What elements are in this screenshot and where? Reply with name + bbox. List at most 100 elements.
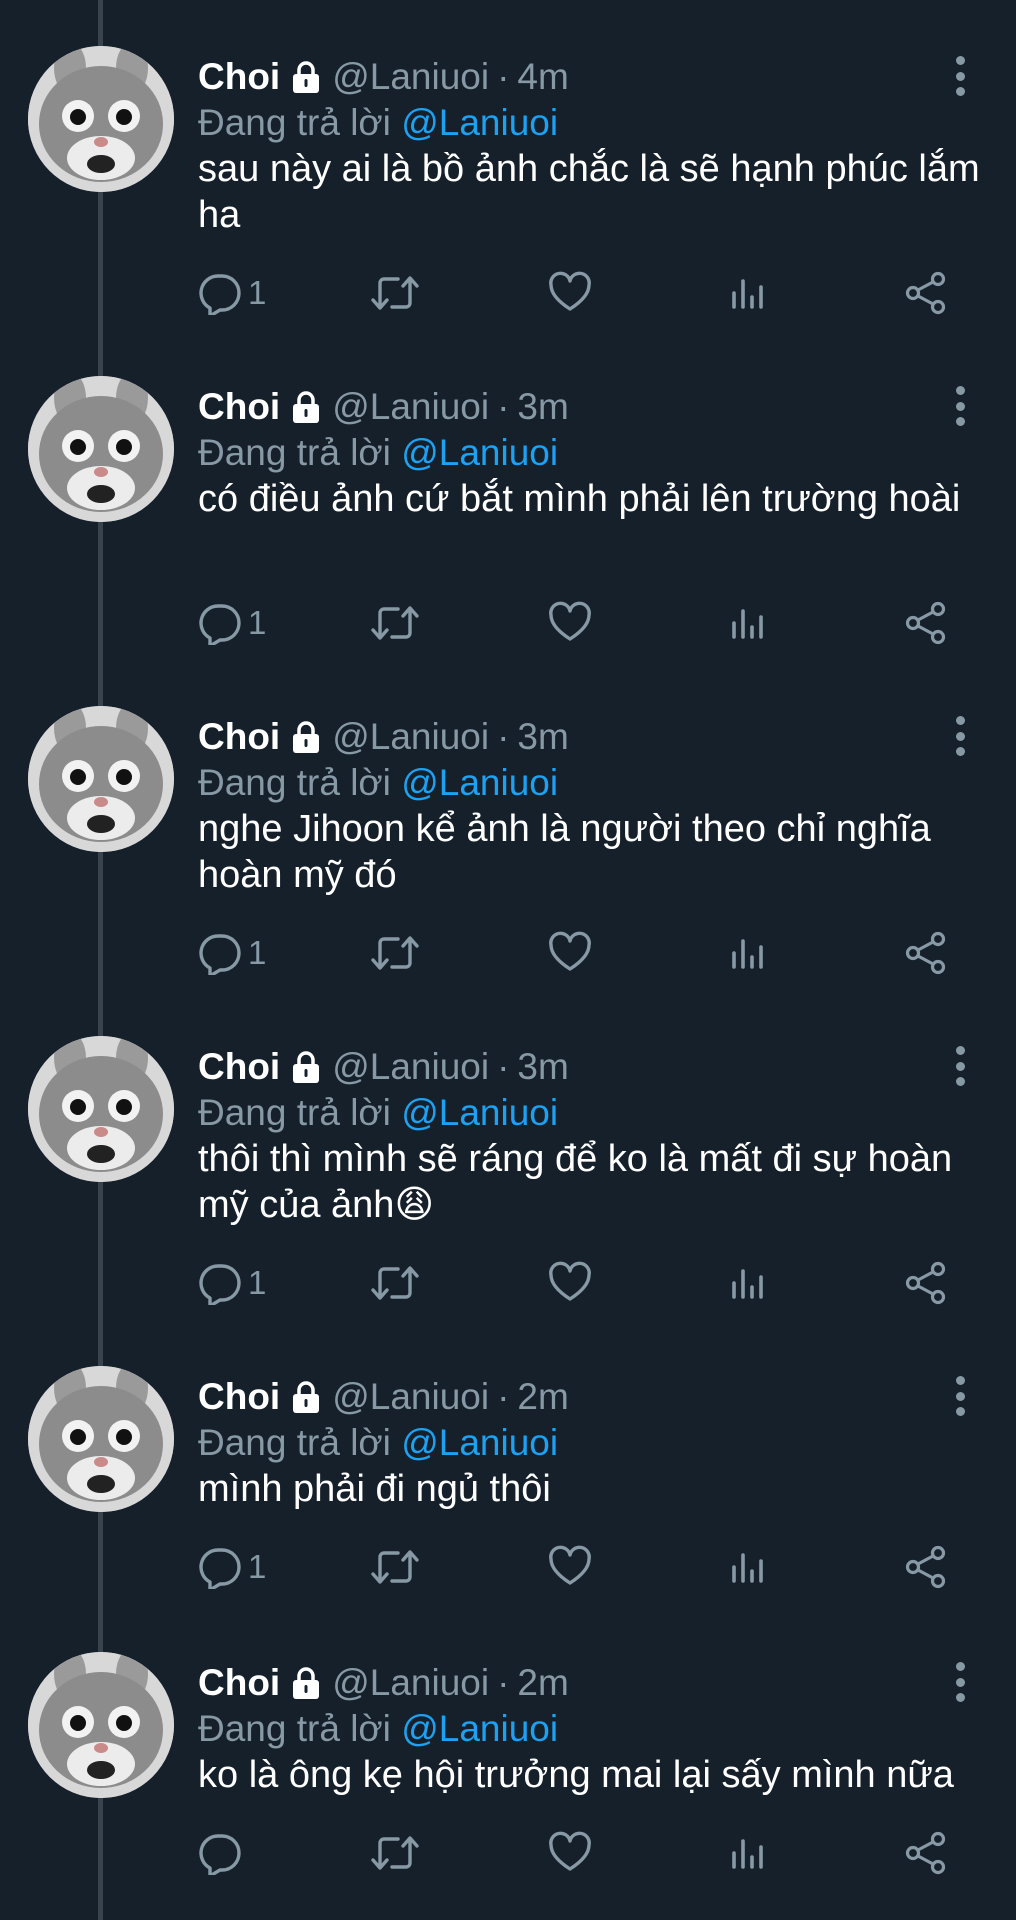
reply-handle-link[interactable]: @Laniuoi	[401, 432, 558, 473]
reply-label: Đang trả lời	[198, 762, 391, 803]
share-icon	[903, 1831, 949, 1875]
share-button[interactable]	[903, 1828, 949, 1878]
reply-handle-link[interactable]: @Laniuoi	[401, 102, 558, 143]
replying-to: Đang trả lời @Laniuoi	[198, 762, 558, 804]
tweet-text: ko là ông kẹ hội trưởng mai lại sấy mình…	[198, 1754, 954, 1796]
user-handle[interactable]: @Laniuoi	[332, 1376, 489, 1418]
share-button[interactable]	[903, 268, 949, 318]
reply-handle-link[interactable]: @Laniuoi	[401, 762, 558, 803]
retweet-button[interactable]	[370, 1258, 420, 1308]
display-name[interactable]: Choi	[198, 1046, 280, 1088]
display-name[interactable]: Choi	[198, 1376, 280, 1418]
reply-icon	[198, 1261, 242, 1305]
reply-handle-link[interactable]: @Laniuoi	[401, 1422, 558, 1463]
reply-button[interactable]: 1	[198, 1258, 266, 1308]
analytics-button[interactable]	[728, 1258, 768, 1308]
action-bar	[198, 1828, 958, 1878]
timestamp[interactable]: 3m	[517, 386, 568, 428]
avatar[interactable]	[28, 1036, 174, 1182]
reply-handle-link[interactable]: @Laniuoi	[401, 1708, 558, 1749]
lock-icon	[290, 60, 322, 94]
share-icon	[903, 1545, 949, 1589]
more-icon[interactable]	[950, 386, 970, 426]
lock-icon	[290, 720, 322, 754]
like-button[interactable]	[548, 1828, 592, 1878]
reply-button[interactable]: 1	[198, 268, 266, 318]
like-icon	[548, 1261, 592, 1305]
tweet-text: nghe Jihoon kể ảnh là người theo chỉ ngh…	[198, 808, 931, 896]
user-handle[interactable]: @Laniuoi	[332, 1662, 489, 1704]
reply-count: 1	[248, 274, 267, 311]
like-button[interactable]	[548, 268, 592, 318]
analytics-icon	[728, 1545, 768, 1589]
timestamp[interactable]: 3m	[517, 1046, 568, 1088]
like-button[interactable]	[548, 598, 592, 648]
avatar[interactable]	[28, 1652, 174, 1798]
more-icon[interactable]	[950, 1376, 970, 1416]
separator: ·	[497, 386, 510, 427]
avatar[interactable]	[28, 1366, 174, 1512]
display-name[interactable]: Choi	[198, 716, 280, 758]
reply-button[interactable]: 1	[198, 598, 266, 648]
timestamp[interactable]: 4m	[517, 56, 568, 98]
retweet-icon	[370, 1831, 420, 1875]
share-button[interactable]	[903, 1258, 949, 1308]
timestamp[interactable]: 2m	[517, 1376, 568, 1418]
user-handle[interactable]: @Laniuoi	[332, 716, 489, 758]
more-icon[interactable]	[950, 716, 970, 756]
share-button[interactable]	[903, 598, 949, 648]
more-icon[interactable]	[950, 1046, 970, 1086]
analytics-button[interactable]	[728, 1828, 768, 1878]
timestamp[interactable]: 2m	[517, 1662, 568, 1704]
timestamp[interactable]: 3m	[517, 716, 568, 758]
reply-icon	[198, 931, 242, 975]
avatar[interactable]	[28, 706, 174, 852]
reply-label: Đang trả lời	[198, 1422, 391, 1463]
share-button[interactable]	[903, 928, 949, 978]
reply-count: 1	[248, 604, 267, 641]
tweet-text: sau này ai là bồ ảnh chắc là sẽ hạnh phú…	[198, 148, 980, 236]
replying-to: Đang trả lời @Laniuoi	[198, 1708, 558, 1750]
separator: ·	[497, 1662, 510, 1703]
display-name[interactable]: Choi	[198, 1662, 280, 1704]
reply-icon	[198, 271, 242, 315]
share-icon	[903, 271, 949, 315]
avatar[interactable]	[28, 376, 174, 522]
action-bar: 1	[198, 1542, 958, 1592]
retweet-button[interactable]	[370, 1542, 420, 1592]
display-name[interactable]: Choi	[198, 386, 280, 428]
analytics-button[interactable]	[728, 598, 768, 648]
share-icon	[903, 1261, 949, 1305]
reply-button[interactable]	[198, 1828, 248, 1878]
user-handle[interactable]: @Laniuoi	[332, 386, 489, 428]
reply-button[interactable]: 1	[198, 928, 266, 978]
reply-handle-link[interactable]: @Laniuoi	[401, 1092, 558, 1133]
analytics-button[interactable]	[728, 1542, 768, 1592]
retweet-button[interactable]	[370, 268, 420, 318]
like-icon	[548, 1831, 592, 1875]
like-button[interactable]	[548, 1258, 592, 1308]
analytics-button[interactable]	[728, 928, 768, 978]
retweet-button[interactable]	[370, 928, 420, 978]
share-button[interactable]	[903, 1542, 949, 1592]
like-button[interactable]	[548, 928, 592, 978]
like-button[interactable]	[548, 1542, 592, 1592]
reply-button[interactable]: 1	[198, 1542, 266, 1592]
retweet-button[interactable]	[370, 1828, 420, 1878]
user-handle[interactable]: @Laniuoi	[332, 1046, 489, 1088]
retweet-button[interactable]	[370, 598, 420, 648]
action-bar: 1	[198, 598, 958, 648]
replying-to: Đang trả lời @Laniuoi	[198, 1422, 558, 1464]
reply-count: 1	[248, 1264, 267, 1301]
more-icon[interactable]	[950, 56, 970, 96]
more-icon[interactable]	[950, 1662, 970, 1702]
retweet-icon	[370, 931, 420, 975]
avatar[interactable]	[28, 46, 174, 192]
lock-icon	[290, 1380, 322, 1414]
user-handle[interactable]: @Laniuoi	[332, 56, 489, 98]
lock-icon	[290, 1666, 322, 1700]
display-name[interactable]: Choi	[198, 56, 280, 98]
analytics-button[interactable]	[728, 268, 768, 318]
analytics-icon	[728, 1261, 768, 1305]
action-bar: 1	[198, 268, 958, 318]
